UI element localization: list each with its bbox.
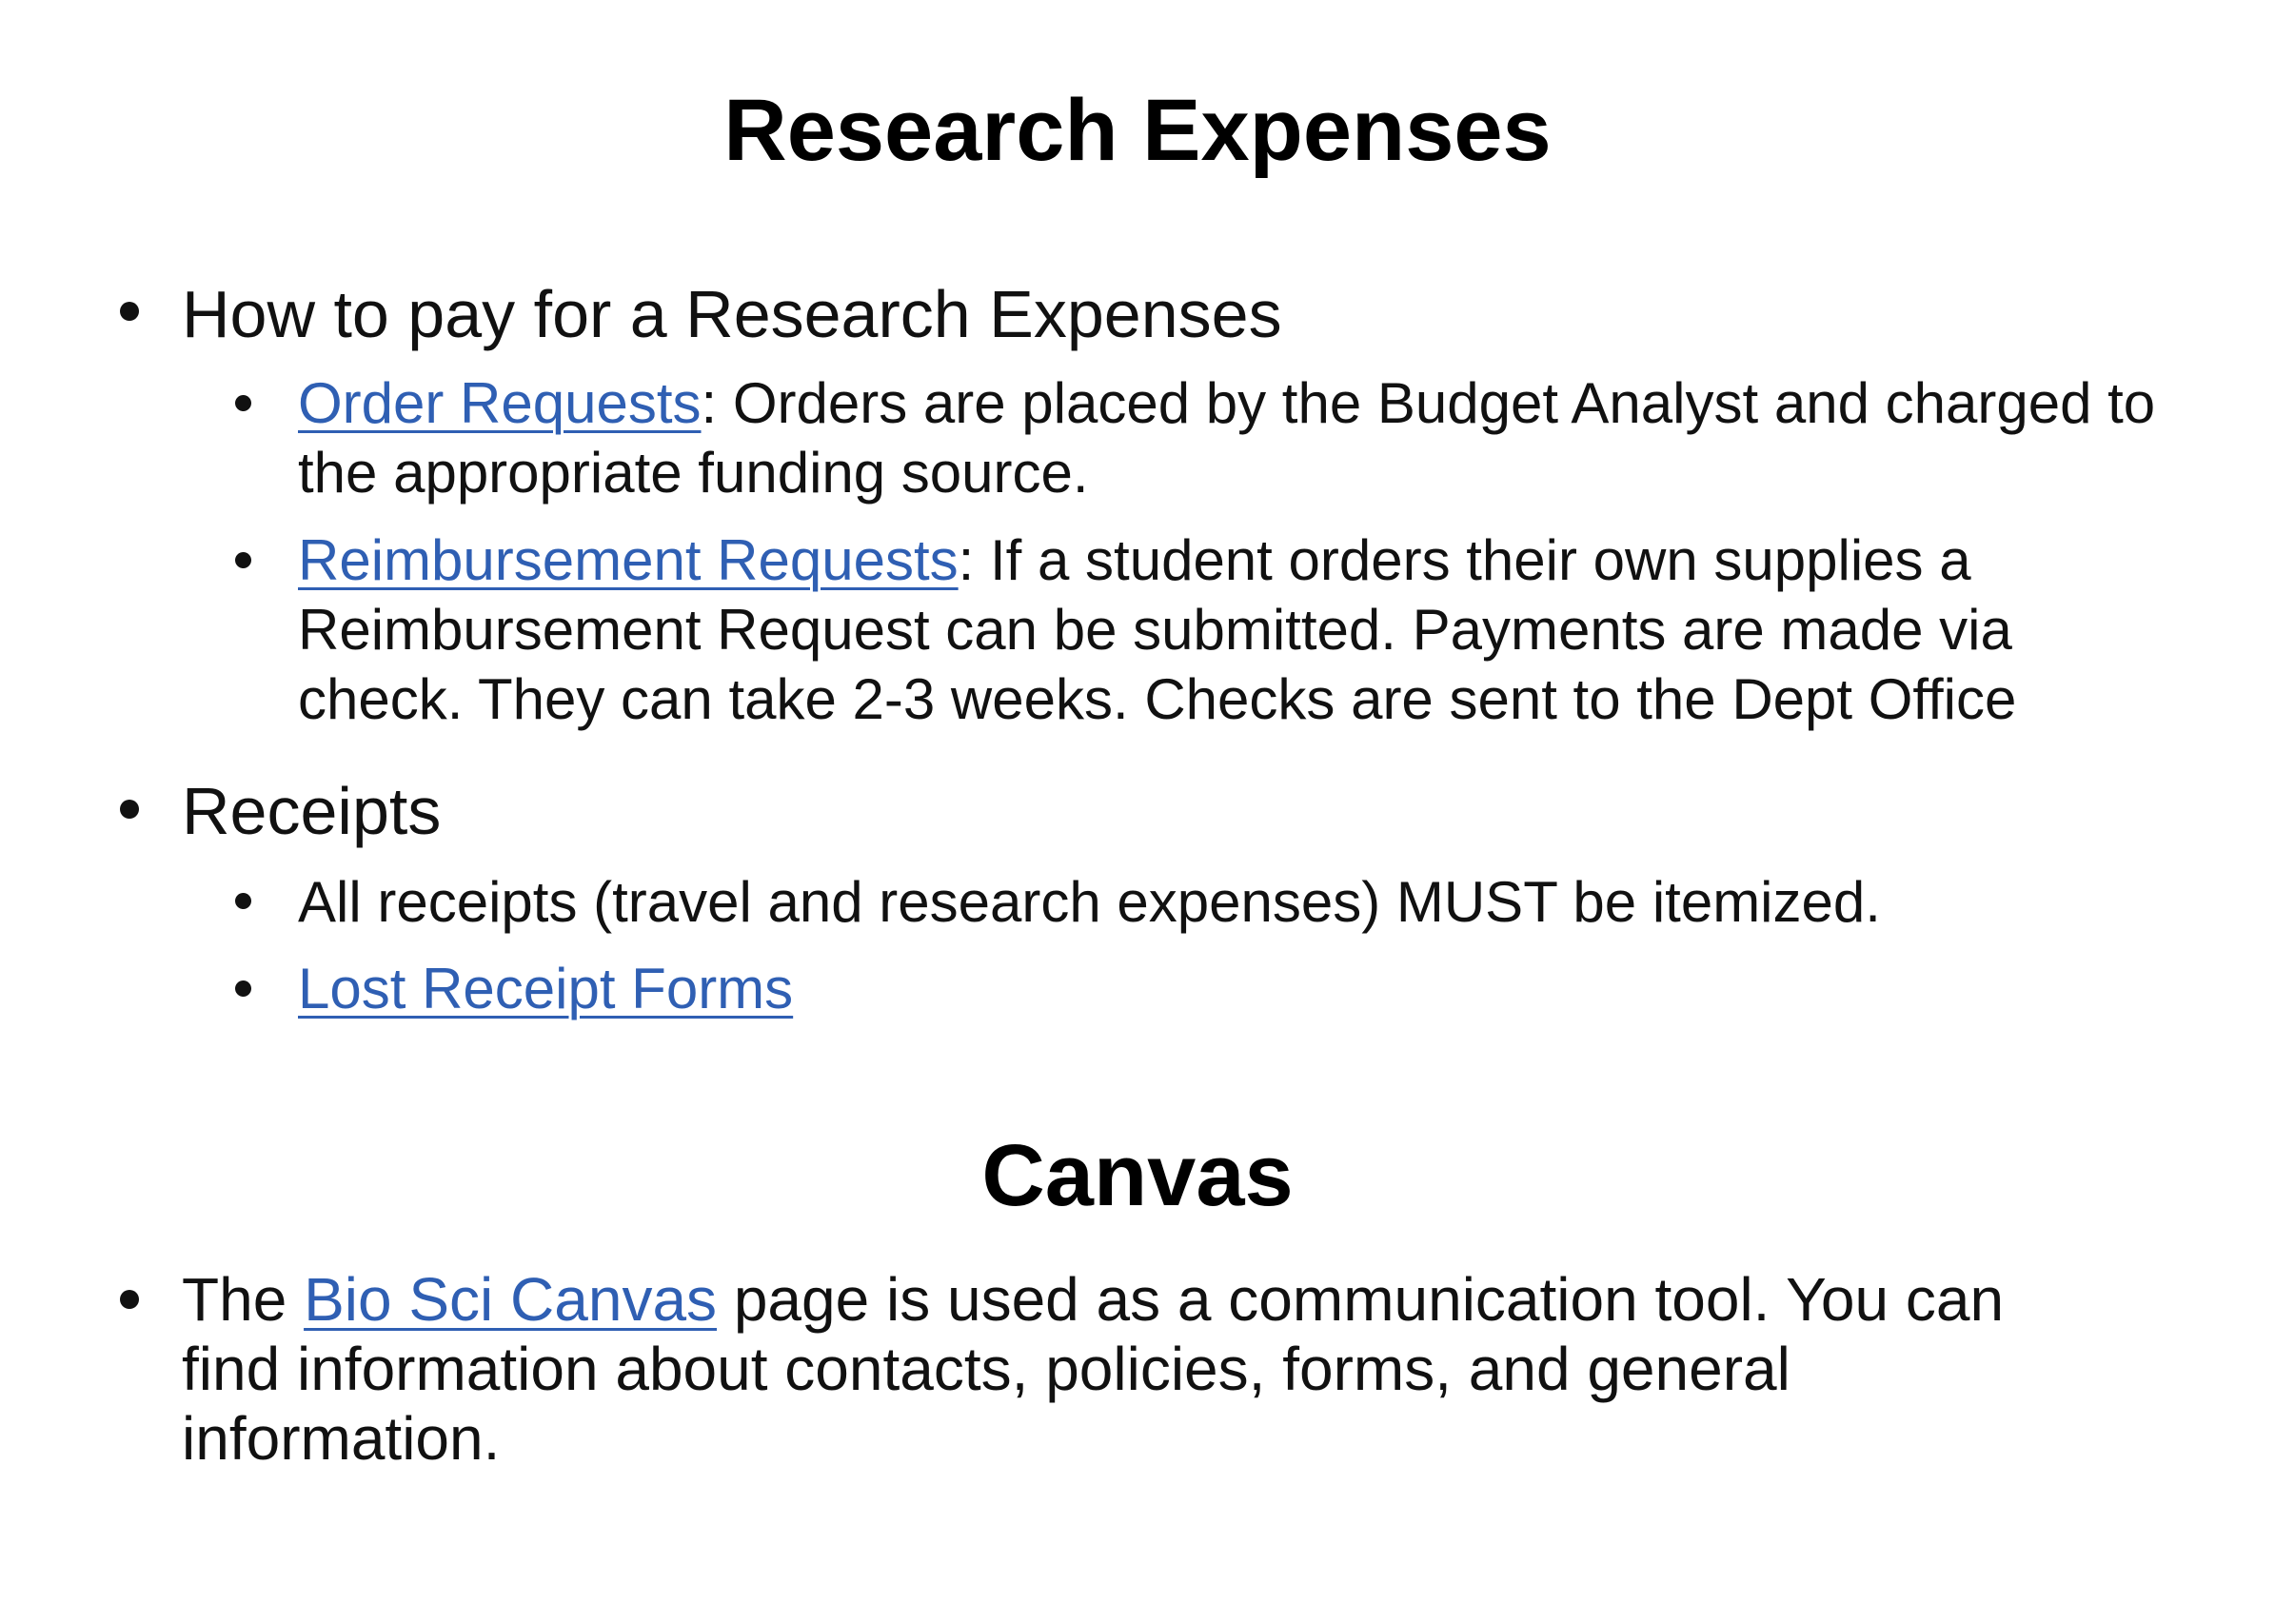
bullet-icon [120,1290,139,1309]
bullet-icon [235,395,251,411]
receipts-item: Receipts [182,774,442,848]
canvas-prefix: The [182,1265,305,1334]
research-expenses-heading: Research Expenses [723,82,1552,179]
bullet-icon [120,800,139,819]
canvas-item: The Bio Sci Canvas page is used as a com… [182,1265,2048,1474]
bullet-icon [235,893,251,909]
order-requests-item: Order Requests: Orders are placed by the… [298,368,2164,507]
bullet-icon [120,302,139,321]
reimbursement-requests-link[interactable]: Reimbursement Requests [298,528,959,592]
bullet-icon [235,980,251,997]
canvas-heading: Canvas [981,1127,1294,1224]
itemized-receipts-item: All receipts (travel and research expens… [298,870,1881,934]
lost-receipt-forms-item: Lost Receipt Forms [298,954,2164,1023]
bullet-icon [235,552,251,568]
how-to-pay-item: How to pay for a Research Expenses [182,277,1282,351]
order-requests-link[interactable]: Order Requests [298,371,702,435]
slide: Research Expenses How to pay for a Resea… [0,0,2275,1624]
lost-receipt-forms-link[interactable]: Lost Receipt Forms [298,957,793,1020]
bio-sci-canvas-link[interactable]: Bio Sci Canvas [304,1265,717,1334]
reimbursement-requests-item: Reimbursement Requests: If a student ord… [298,525,2164,734]
